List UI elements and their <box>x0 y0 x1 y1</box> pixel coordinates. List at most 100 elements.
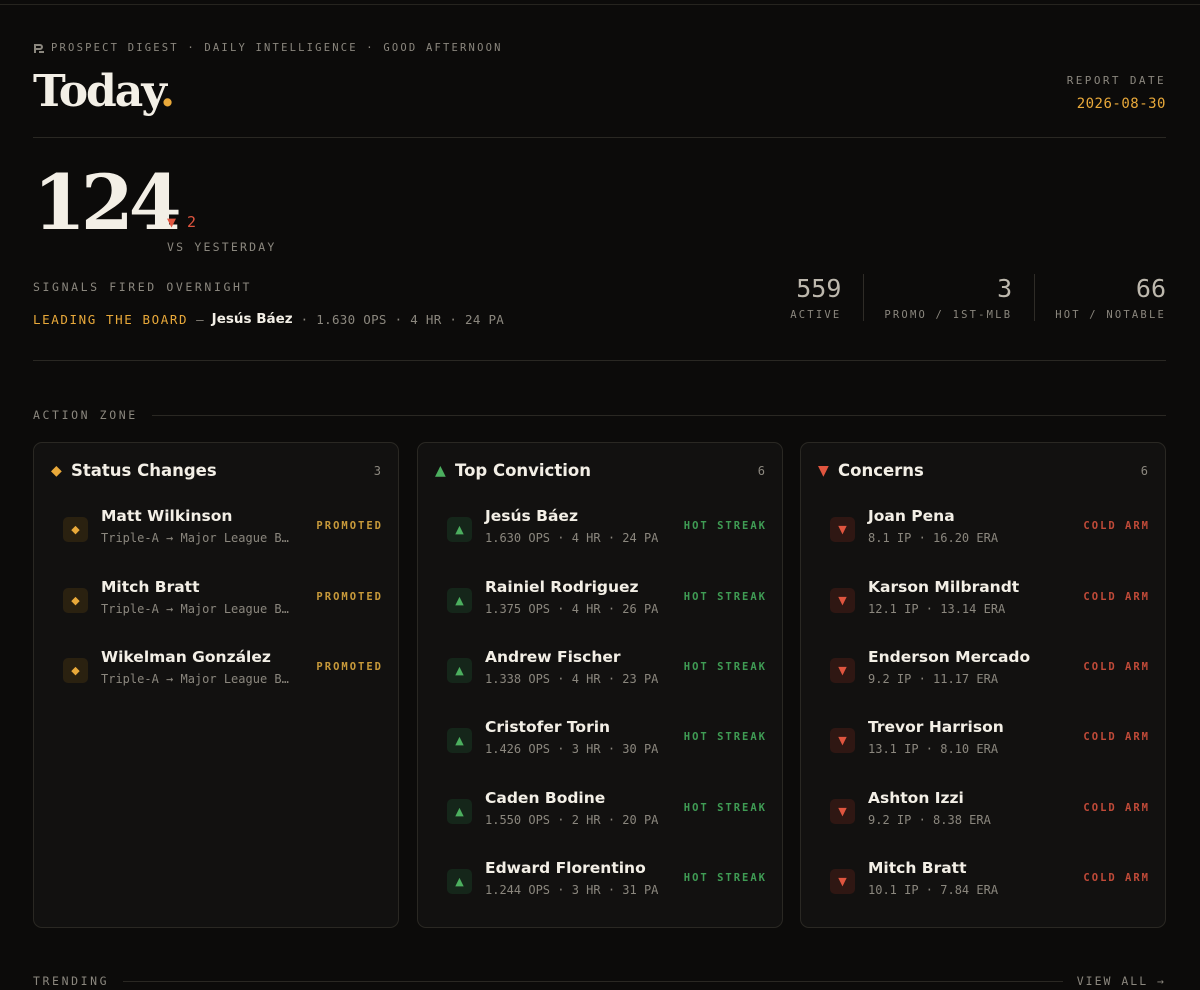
trending-rule <box>123 980 1063 982</box>
list-item[interactable]: ▲ Rainiel Rodriguez 1.375 OPS · 4 HR · 2… <box>447 576 767 626</box>
status-badge: COLD ARM <box>1083 872 1150 884</box>
triangle-down-icon: ▼ <box>830 728 855 753</box>
page-title: Today. <box>33 66 175 117</box>
list-item[interactable]: ▼ Enderson Mercado 9.2 IP · 11.17 ERA CO… <box>830 646 1150 696</box>
stat-value: 3 <box>997 274 1013 303</box>
list-item[interactable]: ▼ Ashton Izzi 9.2 IP · 8.38 ERA COLD ARM <box>830 787 1150 837</box>
list-item[interactable]: ▼ Trevor Harrison 13.1 IP · 8.10 ERA COL… <box>830 716 1150 766</box>
player-detail: 1.630 OPS · 4 HR · 24 PA <box>485 531 659 545</box>
stat-hot[interactable]: 66 HOT / NOTABLE <box>1034 274 1166 321</box>
status-badge: HOT STREAK <box>683 731 767 743</box>
triangle-up-icon: ▲ <box>447 728 472 753</box>
status-badge: HOT STREAK <box>683 661 767 673</box>
player-name: Rainiel Rodriguez <box>485 578 639 596</box>
player-detail: 1.375 OPS · 4 HR · 26 PA <box>485 602 659 616</box>
status-badge: PROMOTED <box>316 520 383 532</box>
list-item[interactable]: ▼ Mitch Bratt 10.1 IP · 7.84 ERA COLD AR… <box>830 857 1150 907</box>
list-item[interactable]: ▲ Caden Bodine 1.550 OPS · 2 HR · 20 PA … <box>447 787 767 837</box>
player-detail: Triple-A → Major League Baseball <box>101 531 296 545</box>
player-detail: Triple-A → Major League Baseball <box>101 672 296 686</box>
list-item[interactable]: ◆ Mitch Bratt Triple-A → Major League Ba… <box>63 576 383 626</box>
triangle-up-icon: ▲ <box>447 799 472 824</box>
list-item[interactable]: ▼ Joan Pena 8.1 IP · 16.20 ERA COLD ARM <box>830 505 1150 555</box>
card-header: ▼ Concerns 6 <box>818 461 1148 480</box>
player-detail: 8.1 IP · 16.20 ERA <box>868 531 999 545</box>
status-badge: PROMOTED <box>316 591 383 603</box>
leading-label: LEADING THE BOARD <box>33 311 189 327</box>
stat-promo[interactable]: 3 PROMO / 1ST-MLB <box>863 274 1012 321</box>
list-item[interactable]: ▼ Karson Milbrandt 12.1 IP · 13.14 ERA C… <box>830 576 1150 626</box>
card-header: ◆ Status Changes 3 <box>51 461 381 480</box>
list-item[interactable]: ▲ Andrew Fischer 1.338 OPS · 4 HR · 23 P… <box>447 646 767 696</box>
player-detail: 1.426 OPS · 3 HR · 30 PA <box>485 742 659 756</box>
status-badge: HOT STREAK <box>683 872 767 884</box>
player-name: Karson Milbrandt <box>868 578 1020 596</box>
player-detail: Triple-A → Major League Baseball <box>101 602 296 616</box>
leading-dash: — <box>196 311 204 327</box>
diamond-icon: ◆ <box>63 658 88 683</box>
action-zone-rule <box>151 414 1166 416</box>
triangle-down-icon: ▼ <box>830 869 855 894</box>
status-badge: PROMOTED <box>316 661 383 673</box>
player-name: Andrew Fischer <box>485 648 621 666</box>
player-detail: 9.2 IP · 11.17 ERA <box>868 672 999 686</box>
top-conviction-card: ▲ Top Conviction 6 ▲ Jesús Báez 1.630 OP… <box>417 442 783 928</box>
card-title: Status Changes <box>71 461 217 480</box>
report-date-value: 2026-08-30 <box>1076 96 1166 112</box>
triangle-down-icon: ▼ <box>830 517 855 542</box>
trending-label: TRENDING <box>33 974 110 988</box>
player-name: Trevor Harrison <box>868 718 1004 736</box>
status-badge: COLD ARM <box>1083 591 1150 603</box>
leading-the-board: LEADING THE BOARD — Jesús Báez · 1.630 O… <box>33 311 504 327</box>
status-badge: COLD ARM <box>1083 802 1150 814</box>
list-item[interactable]: ◆ Wikelman González Triple-A → Major Lea… <box>63 646 383 696</box>
report-date-label: REPORT DATE <box>1066 74 1166 87</box>
leading-player-name[interactable]: Jesús Báez <box>212 311 293 327</box>
player-detail: 10.1 IP · 7.84 ERA <box>868 883 999 897</box>
status-badge: COLD ARM <box>1083 731 1150 743</box>
player-detail: 12.1 IP · 13.14 ERA <box>868 602 1006 616</box>
header-divider <box>33 137 1166 138</box>
eyebrow-text: PROSPECT DIGEST · DAILY INTELLIGENCE · G… <box>51 42 503 54</box>
player-name: Matt Wilkinson <box>101 507 233 525</box>
stat-value: 66 <box>1135 274 1166 303</box>
leading-player-stats: · 1.630 OPS · 4 HR · 24 PA <box>300 311 505 327</box>
player-detail: 1.244 OPS · 3 HR · 31 PA <box>485 883 659 897</box>
player-name: Cristofer Torin <box>485 718 611 736</box>
list-item[interactable]: ▲ Jesús Báez 1.630 OPS · 4 HR · 24 PA HO… <box>447 505 767 555</box>
player-name: Edward Florentino <box>485 859 646 877</box>
triangle-up-icon: ▲ <box>447 588 472 613</box>
status-badge: HOT STREAK <box>683 802 767 814</box>
report-date-block: REPORT DATE 2026-08-30 <box>1067 74 1166 112</box>
diamond-icon: ◆ <box>51 462 62 479</box>
card-count: 6 <box>757 463 765 478</box>
concerns-card: ▼ Concerns 6 ▼ Joan Pena 8.1 IP · 16.20 … <box>800 442 1166 928</box>
status-badge: HOT STREAK <box>683 520 767 532</box>
status-badge: COLD ARM <box>1083 520 1150 532</box>
list-item[interactable]: ▲ Edward Florentino 1.244 OPS · 3 HR · 3… <box>447 857 767 907</box>
triangle-up-icon: ▲ <box>447 869 472 894</box>
list-item[interactable]: ◆ Matt Wilkinson Triple-A → Major League… <box>63 505 383 555</box>
view-all-link[interactable]: VIEW ALL → <box>1077 974 1166 988</box>
digest-logo-icon <box>34 43 44 53</box>
player-name: Joan Pena <box>868 507 955 525</box>
card-title: Top Conviction <box>455 461 591 480</box>
summary-divider <box>33 360 1166 361</box>
page-title-text: Today <box>33 66 162 117</box>
signal-delta: ▼ 2 <box>167 213 198 231</box>
player-name: Ashton Izzi <box>868 789 964 807</box>
action-zone-label: ACTION ZONE <box>33 408 138 422</box>
stat-active[interactable]: 559 ACTIVE <box>770 274 841 321</box>
diamond-icon: ◆ <box>63 588 88 613</box>
player-name: Mitch Bratt <box>868 859 967 877</box>
player-name: Enderson Mercado <box>868 648 1031 666</box>
digest-page: PROSPECT DIGEST · DAILY INTELLIGENCE · G… <box>33 0 1166 990</box>
player-name: Mitch Bratt <box>101 578 200 596</box>
stat-label: HOT / NOTABLE <box>1055 309 1166 321</box>
trending-header: TRENDING VIEW ALL → <box>33 974 1166 988</box>
triangle-down-icon: ▼ <box>830 588 855 613</box>
card-count: 6 <box>1140 463 1148 478</box>
triangle-up-icon: ▲ <box>447 658 472 683</box>
signals-label: SIGNALS FIRED OVERNIGHT <box>33 280 253 294</box>
list-item[interactable]: ▲ Cristofer Torin 1.426 OPS · 3 HR · 30 … <box>447 716 767 766</box>
